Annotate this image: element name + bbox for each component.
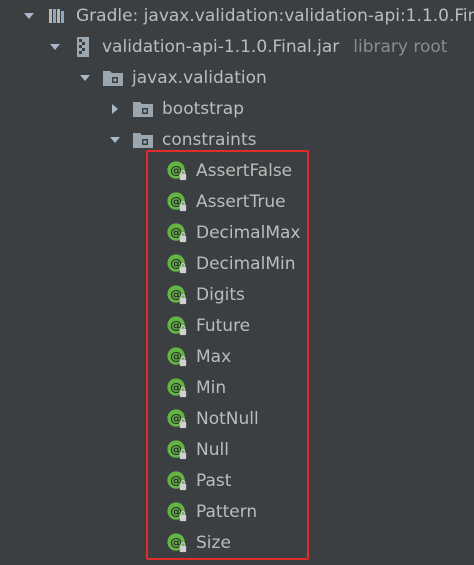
tree-row-gradle-library[interactable]: Gradle: javax.validation:validation-api:… (0, 0, 474, 31)
tree-row-annotation[interactable]: @ Null (0, 434, 474, 465)
annotation-type-icon: @ (166, 532, 188, 554)
library-root-hint: library root (353, 36, 448, 57)
annotation-type-icon: @ (166, 439, 188, 461)
annotation-type-icon: @ (166, 191, 188, 213)
package-icon (132, 98, 154, 120)
annotation-label: Pattern (196, 501, 258, 522)
tree-row-annotation[interactable]: @ AssertFalse (0, 155, 474, 186)
package-icon (102, 67, 124, 89)
annotation-label: Past (196, 470, 232, 491)
annotation-type-icon: @ (166, 470, 188, 492)
annotation-type-icon: @ (166, 501, 188, 523)
tree-row-annotation[interactable]: @ Max (0, 341, 474, 372)
annotation-type-icon: @ (166, 315, 188, 337)
package-label: bootstrap (162, 98, 244, 119)
annotation-label: Size (196, 532, 231, 553)
tree-row-annotation[interactable]: @ AssertTrue (0, 186, 474, 217)
project-tree: Gradle: javax.validation:validation-api:… (0, 0, 474, 565)
chevron-down-icon[interactable] (78, 71, 92, 85)
annotation-label: AssertFalse (196, 160, 293, 181)
chevron-down-icon[interactable] (108, 133, 122, 147)
annotation-label: DecimalMin (196, 253, 296, 274)
chevron-right-icon[interactable] (108, 102, 122, 116)
jar-label: validation-api-1.1.0.Final.jar (102, 36, 340, 57)
tree-row-annotation[interactable]: @ DecimalMax (0, 217, 474, 248)
annotation-type-icon: @ (166, 408, 188, 430)
annotation-label: AssertTrue (196, 191, 286, 212)
annotation-type-icon: @ (166, 160, 188, 182)
tree-row-package-javax-validation[interactable]: javax.validation (0, 62, 474, 93)
tree-row-annotation[interactable]: @ Size (0, 527, 474, 558)
annotation-type-icon: @ (166, 222, 188, 244)
chevron-down-icon[interactable] (48, 40, 62, 54)
package-label: javax.validation (132, 67, 267, 88)
annotation-label: Max (196, 346, 232, 367)
annotation-label: Digits (196, 284, 245, 305)
tree-row-annotation[interactable]: @ Past (0, 465, 474, 496)
annotation-label: Future (196, 315, 251, 336)
jar-icon (72, 36, 94, 58)
annotation-type-icon: @ (166, 284, 188, 306)
annotation-type-icon: @ (166, 253, 188, 275)
gradle-library-icon (46, 5, 68, 27)
tree-row-annotation[interactable]: @ Pattern (0, 496, 474, 527)
annotation-label: DecimalMax (196, 222, 301, 243)
package-icon (132, 129, 154, 151)
tree-row-annotation[interactable]: @ Min (0, 372, 474, 403)
tree-row-annotation[interactable]: @ Digits (0, 279, 474, 310)
gradle-library-label: Gradle: javax.validation:validation-api:… (76, 5, 474, 26)
annotation-type-icon: @ (166, 377, 188, 399)
tree-row-jar[interactable]: validation-api-1.1.0.Final.jar library r… (0, 31, 474, 62)
package-label: constraints (162, 129, 257, 150)
tree-row-annotation[interactable]: @ Future (0, 310, 474, 341)
tree-row-package-bootstrap[interactable]: bootstrap (0, 93, 474, 124)
tree-row-package-constraints[interactable]: constraints (0, 124, 474, 155)
annotation-label: Null (196, 439, 229, 460)
tree-row-annotation[interactable]: @ DecimalMin (0, 248, 474, 279)
tree-row-annotation[interactable]: @ NotNull (0, 403, 474, 434)
annotation-type-icon: @ (166, 346, 188, 368)
annotation-label: Min (196, 377, 227, 398)
annotation-label: NotNull (196, 408, 259, 429)
chevron-down-icon[interactable] (22, 9, 36, 23)
